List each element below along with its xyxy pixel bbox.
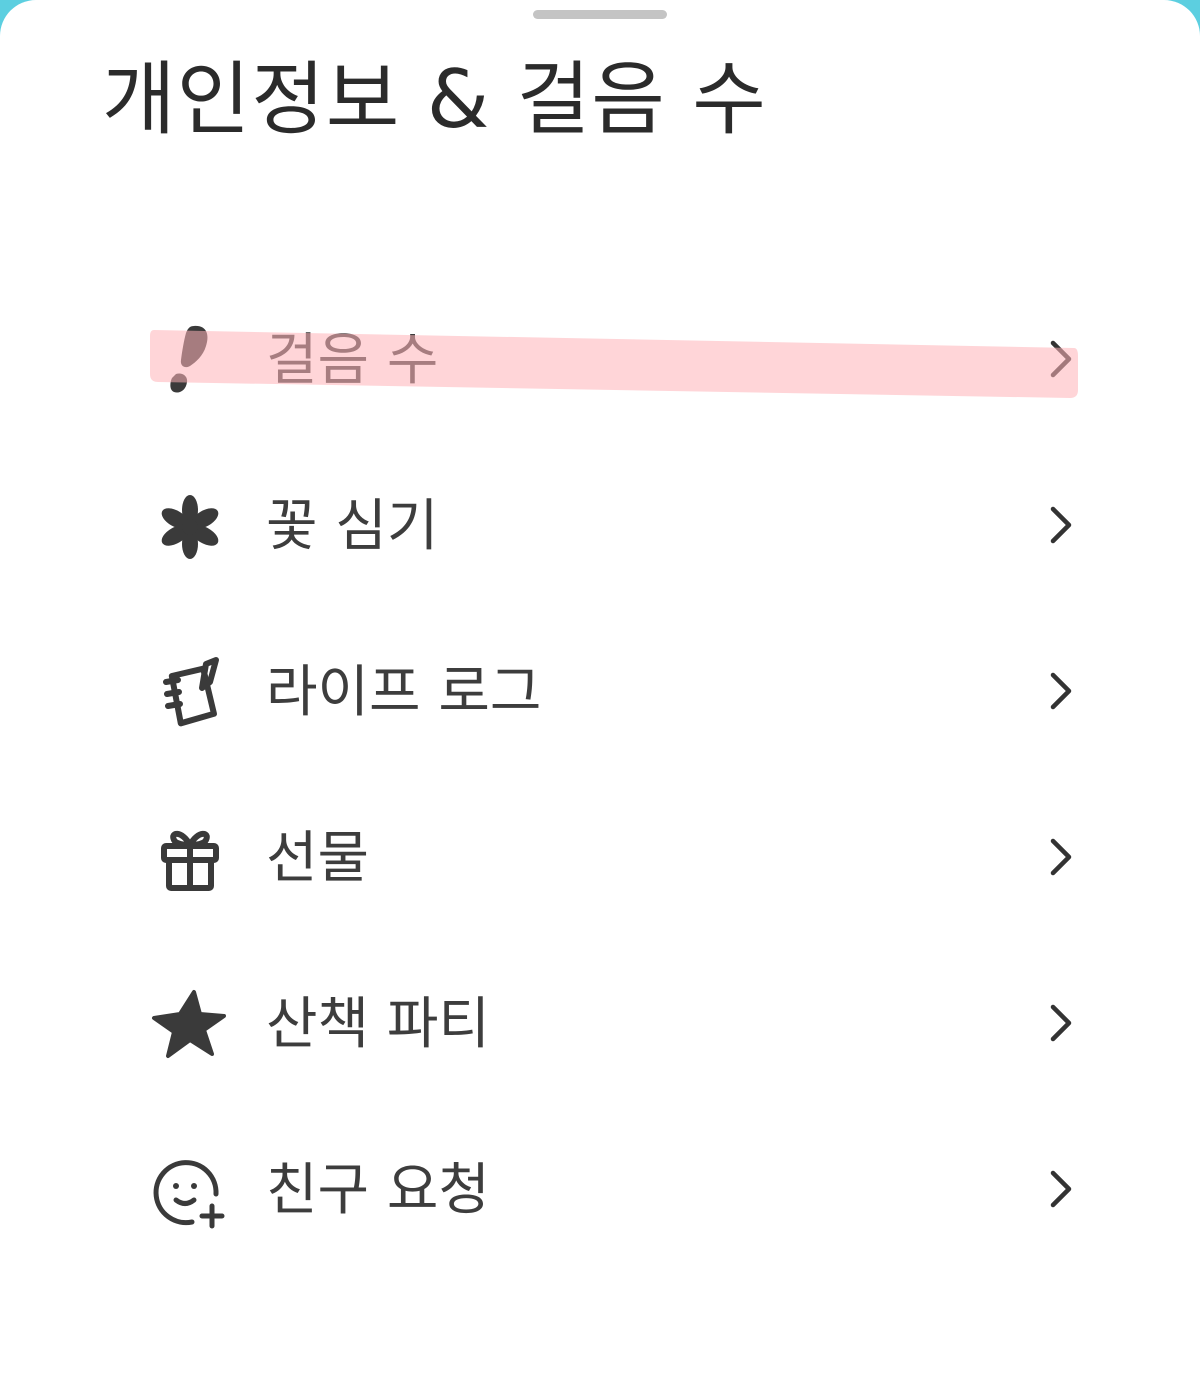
bottom-sheet: 개인정보 & 걸음 수 걸음 수 꽃 심기 라이프 로그 선물 산책 파티 친구… [0, 0, 1200, 1396]
menu-item-label: 꽃 심기 [266, 494, 439, 559]
menu-item-label: 산책 파티 [266, 992, 490, 1057]
chevron-right-icon [1042, 666, 1082, 716]
chevron-right-icon [1042, 1164, 1082, 1214]
footprint-icon [150, 320, 230, 400]
menu-item-label: 선물 [266, 826, 370, 891]
flower-icon [150, 486, 230, 566]
menu-item-gift[interactable]: 선물 [150, 796, 1082, 916]
star-icon [150, 984, 230, 1064]
menu-item-plant-flower[interactable]: 꽃 심기 [150, 464, 1082, 584]
menu-item-friend-request[interactable]: 친구 요청 [150, 1128, 1082, 1248]
menu-item-walk-party[interactable]: 산책 파티 [150, 962, 1082, 1082]
notebook-icon [150, 652, 230, 732]
menu-item-label: 걸음 수 [266, 328, 439, 393]
chevron-right-icon [1042, 998, 1082, 1048]
chevron-right-icon [1042, 334, 1082, 384]
menu-item-label: 라이프 로그 [266, 660, 542, 725]
page-title: 개인정보 & 걸음 수 [102, 53, 767, 146]
menu-item-life-log[interactable]: 라이프 로그 [150, 630, 1082, 750]
menu-item-steps[interactable]: 걸음 수 [150, 298, 1082, 418]
menu-item-label: 친구 요청 [266, 1158, 490, 1223]
add-friend-icon [150, 1150, 230, 1230]
drag-handle[interactable] [533, 10, 667, 19]
chevron-right-icon [1042, 500, 1082, 550]
chevron-right-icon [1042, 832, 1082, 882]
gift-icon [150, 818, 230, 898]
